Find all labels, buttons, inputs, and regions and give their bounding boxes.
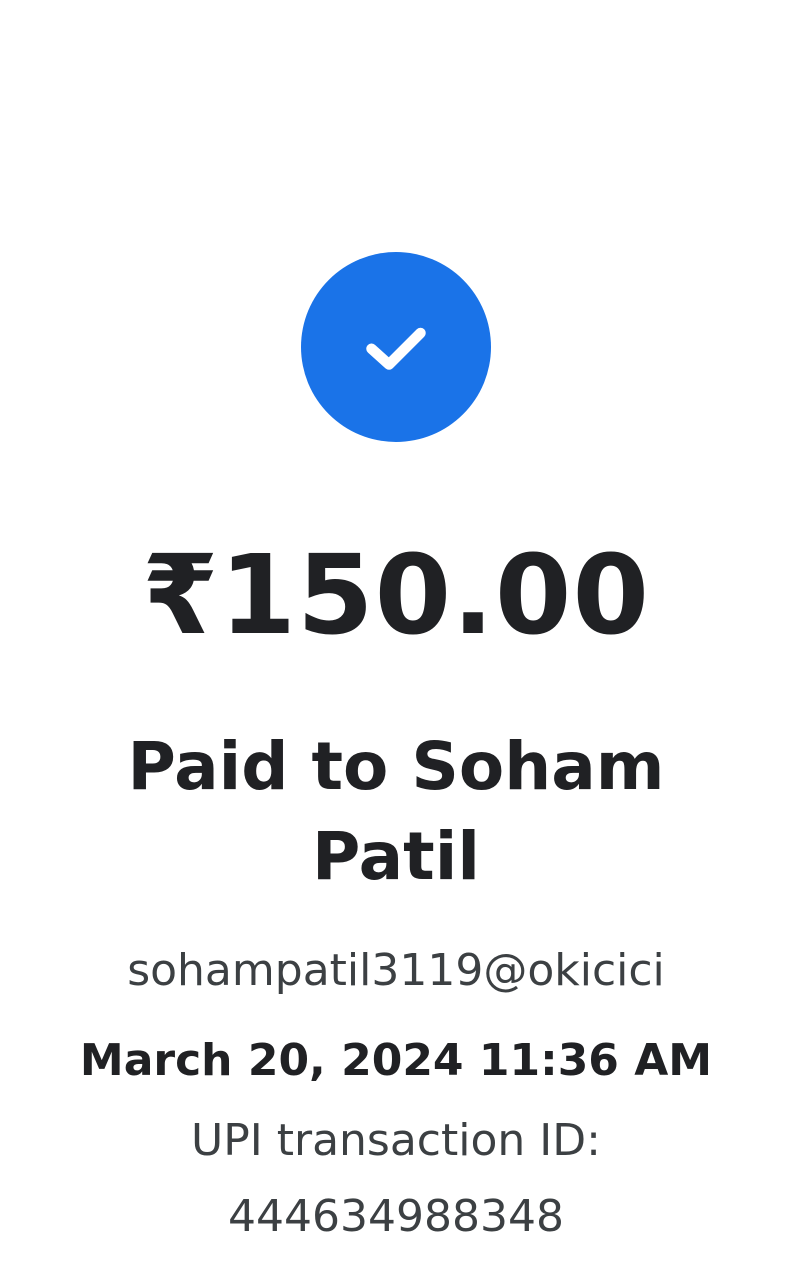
- payment-confirmation-screen: ₹150.00 Paid to Soham Patil sohampatil31…: [0, 0, 792, 1280]
- payment-datetime: March 20, 2024 11:36 AM: [79, 1035, 713, 1086]
- transaction-id-value: 444634988348: [228, 1191, 564, 1242]
- payee-name: Paid to Soham Patil: [127, 728, 665, 895]
- success-check-icon: [301, 252, 491, 442]
- transaction-id-label: UPI transaction ID:: [191, 1115, 601, 1166]
- checkmark-icon: [366, 327, 426, 370]
- payee-upi-id: sohampatil3119@okicici: [127, 945, 665, 996]
- payment-amount: ₹150.00: [141, 531, 650, 659]
